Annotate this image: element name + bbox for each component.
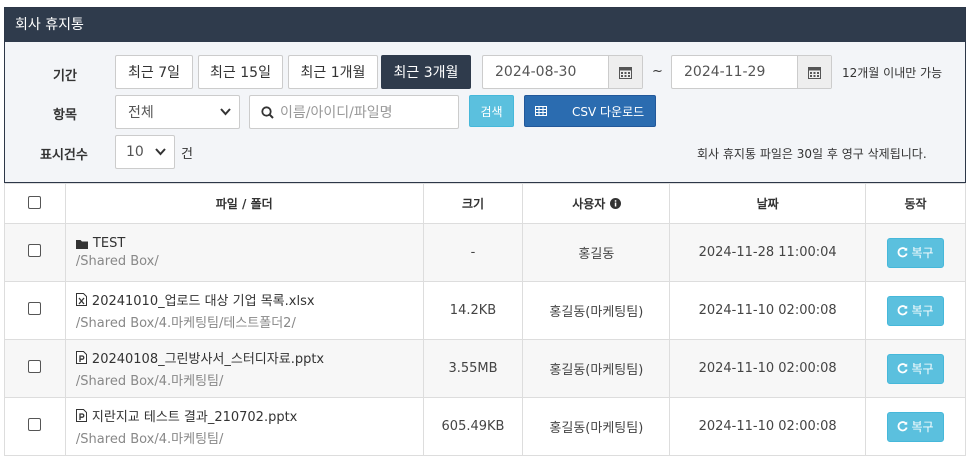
date-to-value: 2024-11-29	[684, 64, 766, 80]
date-to-field[interactable]: 2024-11-29	[671, 55, 832, 89]
select-all-cell	[4, 183, 66, 224]
row-checkbox[interactable]	[28, 418, 42, 431]
table-header-row: 파일 / 폴더 크기 사용자 날짜 동작	[4, 183, 966, 224]
action-cell: 복구	[865, 339, 966, 398]
file-path: /Shared Box/	[75, 254, 159, 269]
size-cell: 605.49KB	[422, 397, 524, 456]
date-cell: 2024-11-10 02:00:08	[669, 339, 867, 398]
row-checkbox[interactable]	[28, 302, 42, 315]
file-cell: TEST /Shared Box/	[64, 223, 424, 282]
date-separator: ~	[652, 64, 663, 79]
refresh-icon	[898, 247, 909, 258]
search-button[interactable]: 검색	[469, 95, 514, 127]
refresh-icon	[898, 305, 909, 316]
file-name[interactable]: 지란지교 테스트 결과_210702.pptx	[92, 406, 297, 425]
action-cell: 복구	[865, 223, 966, 282]
search-placeholder: 이름/아이디/파일명	[280, 105, 393, 121]
row-checkbox[interactable]	[28, 360, 42, 373]
restore-button[interactable]: 복구	[887, 353, 945, 384]
date-from-value: 2024-08-30	[495, 64, 577, 80]
header-size: 크기	[422, 183, 524, 224]
select-all-checkbox[interactable]	[28, 195, 42, 209]
range-3months-button[interactable]: 최근 3개월	[381, 55, 471, 89]
table-icon	[535, 106, 547, 116]
range-7days-button[interactable]: 최근 7일	[115, 55, 193, 89]
file-path: /Shared Box/4.마케팅팀/	[75, 432, 224, 447]
range-note: 12개월 이내만 가능	[842, 66, 943, 80]
chevron-down-icon	[220, 108, 231, 116]
file-cell: 20240108_그린방사서_스터디자료.pptx /Shared Box/4.…	[64, 339, 424, 398]
user-cell: 홍길동(마케팅팀)	[522, 281, 671, 340]
date-cell: 2024-11-28 11:00:04	[669, 223, 867, 282]
restore-button[interactable]: 복구	[887, 295, 945, 326]
size-cell: -	[422, 223, 524, 282]
header-file: 파일 / 폴더	[64, 183, 424, 224]
excel-file-icon	[75, 293, 87, 306]
user-cell: 홍길동(마케팅팀)	[522, 397, 671, 456]
restore-button[interactable]: 복구	[887, 411, 945, 442]
restore-label: 복구	[911, 362, 934, 376]
user-cell: 홍길동	[522, 223, 671, 282]
row-checkbox-cell	[4, 339, 66, 398]
row-checkbox-cell	[4, 397, 66, 456]
range-1month-button[interactable]: 최근 1개월	[288, 55, 378, 89]
action-cell: 복구	[865, 281, 966, 340]
csv-download-button[interactable]: CSV 다운로드	[524, 95, 656, 127]
restore-button[interactable]: 복구	[887, 237, 945, 268]
file-path: /Shared Box/4.마케팅팀/테스트폴더2/	[75, 316, 296, 331]
delete-note: 회사 휴지통 파일은 30일 후 영구 삭제됩니다.	[697, 147, 927, 161]
table-row: 지란지교 테스트 결과_210702.pptx /Shared Box/4.마케…	[4, 397, 966, 456]
header-date: 날짜	[669, 183, 867, 224]
refresh-icon	[898, 363, 909, 374]
restore-label: 복구	[911, 420, 934, 434]
file-path: /Shared Box/4.마케팅팀/	[75, 374, 224, 389]
header-user-label: 사용자	[572, 197, 606, 211]
chevron-down-icon	[155, 148, 166, 156]
row-checkbox-cell	[4, 223, 66, 282]
search-panel: 회사 휴지통 기간 최근 7일 최근 15일 최근 1개월 최근 3개월 202…	[4, 7, 966, 183]
action-cell: 복구	[865, 397, 966, 456]
restore-label: 복구	[911, 246, 934, 260]
file-cell: 20241010_업로드 대상 기업 목록.xlsx /Shared Box/4…	[64, 281, 424, 340]
powerpoint-file-icon	[75, 409, 87, 422]
file-cell: 지란지교 테스트 결과_210702.pptx /Shared Box/4.마케…	[64, 397, 424, 456]
folder-icon	[75, 239, 88, 249]
count-label: 표시건수	[40, 148, 88, 163]
file-name[interactable]: TEST	[93, 236, 125, 251]
date-cell: 2024-11-10 02:00:08	[669, 397, 867, 456]
row-checkbox-cell	[4, 281, 66, 340]
search-icon	[261, 105, 274, 119]
period-label: 기간	[53, 69, 77, 84]
calendar-icon[interactable]	[608, 56, 642, 88]
count-select[interactable]: 10	[115, 135, 175, 169]
count-unit: 건	[181, 147, 193, 162]
csv-download-label: CSV 다운로드	[572, 104, 645, 119]
file-name[interactable]: 20241010_업로드 대상 기업 목록.xlsx	[92, 290, 315, 309]
item-label: 항목	[53, 108, 77, 123]
size-cell: 14.2KB	[422, 281, 524, 340]
trash-table: 파일 / 폴더 크기 사용자 날짜 동작 TEST /Shared Box/ -…	[4, 183, 966, 456]
table-row: TEST /Shared Box/ - 홍길동 2024-11-28 11:00…	[4, 223, 966, 282]
item-select[interactable]: 전체	[115, 95, 240, 129]
user-cell: 홍길동(마케팅팀)	[522, 339, 671, 398]
info-icon[interactable]	[609, 198, 621, 209]
restore-label: 복구	[911, 304, 934, 318]
header-action: 동작	[865, 183, 966, 224]
table-row: 20241010_업로드 대상 기업 목록.xlsx /Shared Box/4…	[4, 281, 966, 340]
calendar-icon[interactable]	[797, 56, 831, 88]
row-checkbox[interactable]	[28, 244, 42, 257]
panel-title: 회사 휴지통	[5, 8, 965, 42]
date-from-field[interactable]: 2024-08-30	[482, 55, 643, 89]
size-cell: 3.55MB	[422, 339, 524, 398]
search-input[interactable]: 이름/아이디/파일명	[249, 95, 459, 129]
date-cell: 2024-11-10 02:00:08	[669, 281, 867, 340]
file-name[interactable]: 20240108_그린방사서_스터디자료.pptx	[92, 348, 324, 367]
header-user: 사용자	[522, 183, 671, 224]
table-row: 20240108_그린방사서_스터디자료.pptx /Shared Box/4.…	[4, 339, 966, 398]
powerpoint-file-icon	[75, 351, 87, 364]
refresh-icon	[898, 421, 909, 432]
range-15days-button[interactable]: 최근 15일	[198, 55, 283, 89]
